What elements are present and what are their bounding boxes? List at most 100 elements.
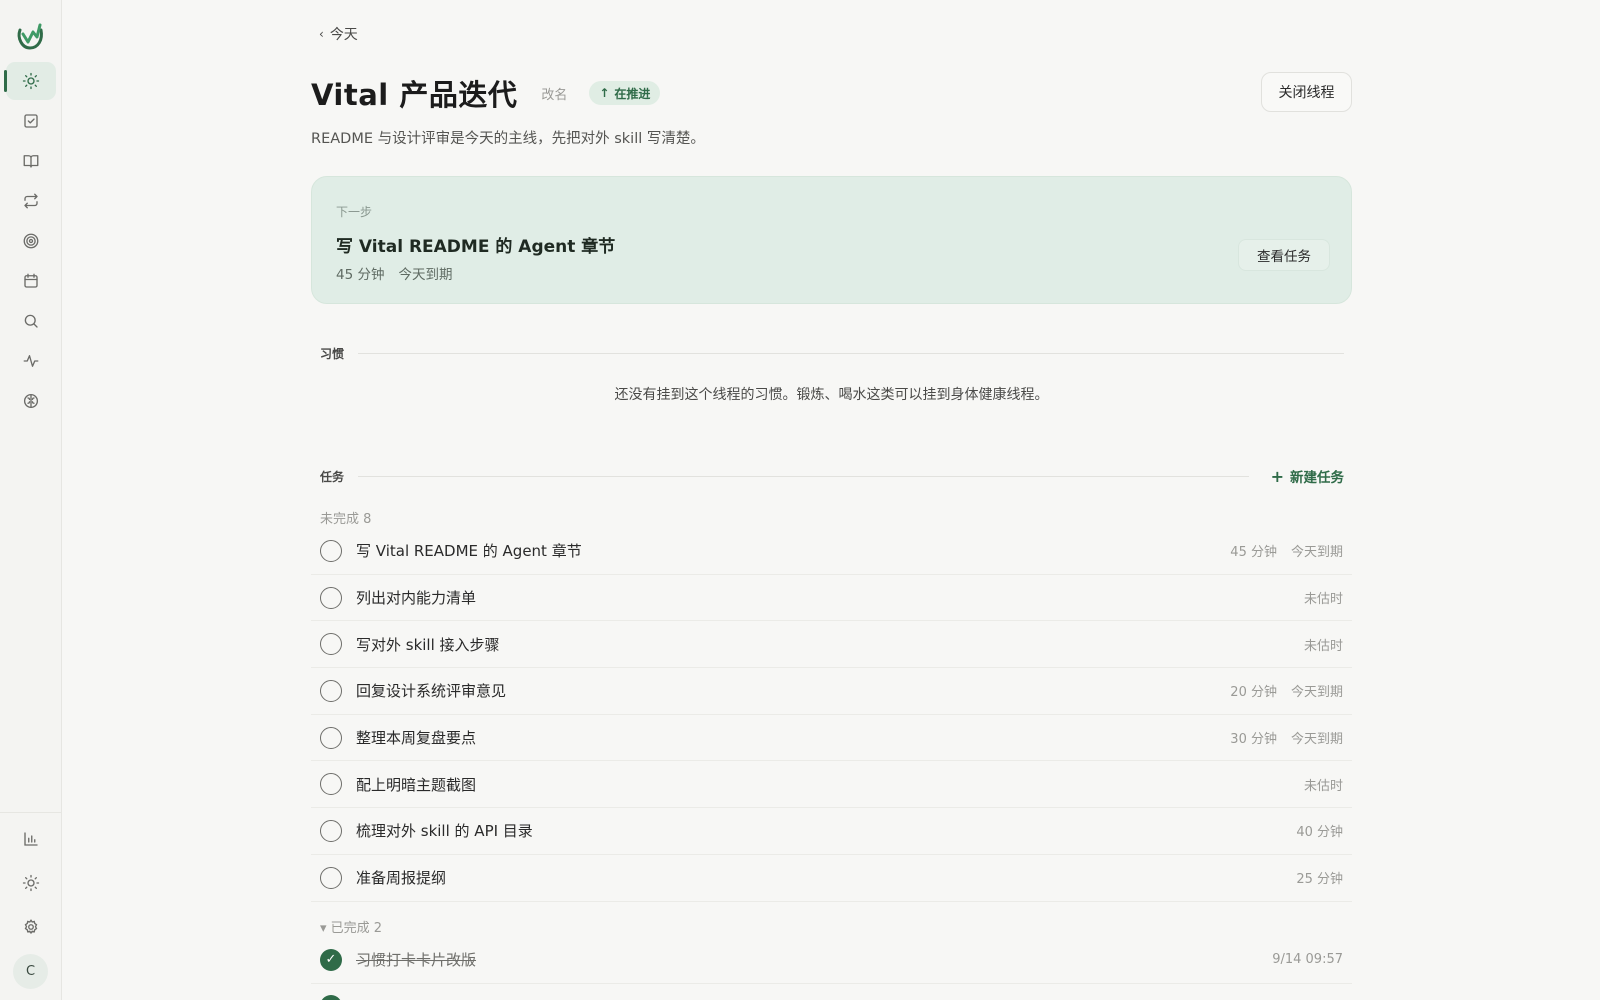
task-title: 列出对内能力清单 <box>356 589 477 608</box>
task-checkbox[interactable] <box>320 726 342 749</box>
tasks-section-header: 任务 + 新建任务 <box>320 466 1344 487</box>
task-due: 今天到期 <box>1290 545 1343 561</box>
task-checkbox[interactable] <box>320 679 342 702</box>
task-title: 写 Vital README 的 Agent 章节 <box>356 542 582 561</box>
habits-empty-message: 还没有挂到这个线程的习惯。锻炼、喝水这类可以挂到身体健康线程。 <box>614 387 1049 403</box>
open-group-label: 未完成 8 <box>320 512 372 527</box>
avatar[interactable]: C <box>13 954 48 989</box>
done-task-title: 习惯打卡卡片改版 <box>356 951 477 970</box>
task-checkbox[interactable] <box>320 866 342 889</box>
task-meta: 未估时 <box>1304 775 1343 794</box>
task-duration: 45 分钟 <box>1230 545 1277 561</box>
task-row[interactable]: 写 Vital README 的 Agent 章节 45 分钟 今天到期 <box>311 528 1352 575</box>
new-task-button[interactable]: + 新建任务 <box>1270 466 1344 487</box>
plus-icon: + <box>1270 466 1284 486</box>
next-step-meta: 45 分钟 今天到期 <box>336 263 452 283</box>
next-step-title: 写 Vital README 的 Agent 章节 <box>336 237 616 257</box>
task-meta: 25 分钟 <box>1296 868 1343 887</box>
task-duration: 未估时 <box>1303 778 1343 794</box>
task-checkbox[interactable] <box>320 773 342 796</box>
done-group-toggle[interactable]: ▾ 已完成 2 <box>320 917 382 936</box>
task-meta: 30 分钟 今天到期 <box>1230 728 1343 747</box>
nav-tasks[interactable] <box>6 102 56 140</box>
theme-toggle[interactable] <box>6 864 56 902</box>
task-meta: 未估时 <box>1304 635 1343 654</box>
view-task-button[interactable]: 查看任务 <box>1238 239 1330 271</box>
task-checkbox[interactable] <box>320 819 342 842</box>
task-meta: 9/14 09:57 <box>1272 952 1343 967</box>
nav-notes[interactable] <box>6 142 56 180</box>
nav-search[interactable] <box>6 302 56 340</box>
task-title: 准备周报提纲 <box>356 869 447 888</box>
arrow-up-icon: ↑ <box>599 86 610 100</box>
target-icon <box>23 233 39 249</box>
nav-today[interactable] <box>4 62 56 100</box>
nav-activity[interactable] <box>6 342 56 380</box>
task-meta: 20 分钟 今天到期 <box>1230 681 1343 700</box>
new-task-label: 新建任务 <box>1290 470 1344 486</box>
done-task-row[interactable]: ✓ 习惯打卡卡片改版 9/14 09:57 <box>311 937 1352 984</box>
task-row[interactable]: 回复设计系统评审意见 20 分钟 今天到期 <box>311 668 1352 715</box>
task-meta: 40 分钟 <box>1296 821 1343 840</box>
task-title: 回复设计系统评审意见 <box>356 682 507 701</box>
brain-icon <box>23 393 39 409</box>
task-title: 梳理对外 skill 的 API 目录 <box>356 822 533 841</box>
next-step-card: 下一步 写 Vital README 的 Agent 章节 45 分钟 今天到期… <box>311 176 1352 304</box>
nav-threads[interactable] <box>6 182 56 220</box>
checkmark-icon[interactable]: ✓ <box>320 948 342 971</box>
sidebar-divider <box>0 812 61 813</box>
task-duration: 20 分钟 <box>1230 685 1277 701</box>
habits-section-header: 习惯 <box>320 345 1344 362</box>
tasks-label: 任务 <box>320 469 345 484</box>
swap-arrows-icon <box>24 193 38 209</box>
task-meta: 未估时 <box>1304 588 1343 607</box>
section-divider <box>358 353 1344 354</box>
task-due: 今天到期 <box>1290 685 1343 701</box>
sun-icon <box>22 72 40 90</box>
task-due: 今天到期 <box>1290 732 1343 748</box>
page-title: Vital 产品迭代 <box>311 78 518 112</box>
task-row[interactable]: 准备周报提纲 25 分钟 <box>311 855 1352 902</box>
task-meta: 45 分钟 今天到期 <box>1230 541 1343 560</box>
next-step-duration: 45 分钟 <box>336 267 385 283</box>
nav-stats[interactable] <box>6 820 56 858</box>
task-row[interactable]: 整理本周复盘要点 30 分钟 今天到期 <box>311 715 1352 762</box>
calendar-icon <box>24 273 38 288</box>
task-row[interactable]: 梳理对外 skill 的 API 目录 40 分钟 <box>311 808 1352 855</box>
task-duration: 40 分钟 <box>1296 825 1343 841</box>
task-checkbox[interactable] <box>320 539 342 562</box>
done-task-list: ✓ 习惯打卡卡片改版 9/14 09:57 <box>311 937 1352 984</box>
main-content: ‹ 今天 Vital 产品迭代 改名 ↑ 在推进 关闭线程 README 与设计… <box>311 0 1352 1000</box>
section-divider <box>358 475 1249 477</box>
task-duration: 25 分钟 <box>1296 872 1343 888</box>
task-title: 整理本周复盘要点 <box>356 729 477 748</box>
task-row[interactable]: 写对外 skill 接入步骤 未估时 <box>311 621 1352 669</box>
back-link[interactable]: ‹ 今天 <box>319 24 358 44</box>
app-logo[interactable] <box>14 20 46 52</box>
book-icon <box>23 155 39 168</box>
task-checkbox[interactable] <box>320 633 342 656</box>
task-row[interactable]: 列出对内能力清单 未估时 <box>311 575 1352 622</box>
habits-label: 习惯 <box>320 347 345 361</box>
nav-mind[interactable] <box>6 382 56 420</box>
nav-calendar[interactable] <box>6 262 56 300</box>
checkbox-icon <box>24 114 38 128</box>
close-thread-button[interactable]: 关闭线程 <box>1261 72 1352 112</box>
back-label: 今天 <box>329 27 358 43</box>
search-icon <box>24 314 38 328</box>
task-row[interactable]: 配上明暗主题截图 未估时 <box>311 761 1352 809</box>
sidebar: C <box>0 0 62 1000</box>
task-title: 写对外 skill 接入步骤 <box>356 635 500 654</box>
task-checkbox[interactable] <box>320 586 342 609</box>
pulse-icon <box>23 355 39 367</box>
done-checkmark[interactable] <box>320 995 342 1000</box>
sun-icon <box>22 874 40 892</box>
rename-button[interactable]: 改名 <box>541 84 567 103</box>
open-task-list: 写 Vital README 的 Agent 章节 45 分钟 今天到期 列出对内能力… <box>311 528 1352 902</box>
nav-goals[interactable] <box>6 222 56 260</box>
chevron-left-icon: ‹ <box>319 27 324 41</box>
status-badge: ↑ 在推进 <box>589 81 661 105</box>
thread-subtitle: README 与设计评审是今天的主线，先把对外 skill 写清楚。 <box>311 131 705 147</box>
nav-settings[interactable] <box>6 908 56 946</box>
task-title: 配上明暗主题截图 <box>356 775 477 794</box>
